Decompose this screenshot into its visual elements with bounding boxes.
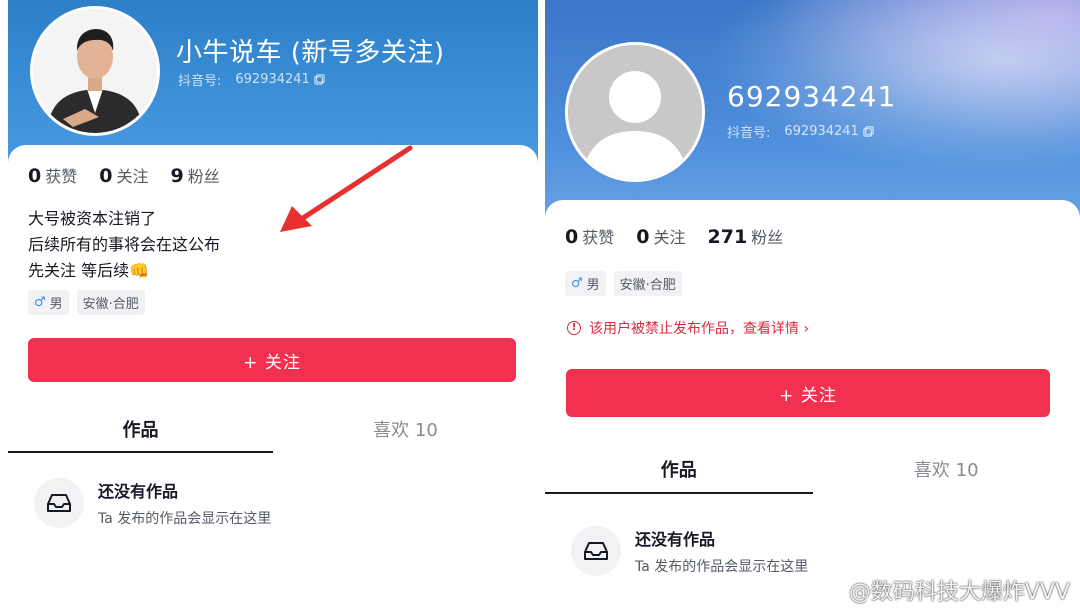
empty-state-title: 还没有作品 xyxy=(98,482,179,501)
location-tag: 安徽·合肥 xyxy=(613,271,682,296)
stats-row: 0 获赞 0 关注 271 粉丝 xyxy=(565,224,783,248)
profile-tags: ♂ 男 安徽·合肥 xyxy=(28,290,145,315)
account-id-label: 抖音号: xyxy=(727,126,771,141)
empty-state-subtitle: Ta 发布的作品会显示在这里 xyxy=(635,559,809,575)
gender-tag: ♂ 男 xyxy=(28,290,69,315)
ban-notice[interactable]: ! 该用户被禁止发布作品，查看详情 › xyxy=(567,318,809,338)
right-profile-screenshot: 692934241 抖音号: 692934241 0 获赞 0 关注 271 粉丝 ♂… xyxy=(545,0,1080,614)
stat-following[interactable]: 0 关注 xyxy=(99,163,148,187)
weibo-icon xyxy=(821,583,842,599)
person-photo-icon xyxy=(33,9,157,133)
profile-nickname: 小牛说车 (新号多关注) xyxy=(176,38,445,68)
empty-state: 还没有作品 Ta 发布的作品会显示在这里 xyxy=(571,526,808,576)
left-profile-screenshot: 小牛说车 (新号多关注) 抖音号: 692934241 0 获赞 0 关注 9 粉丝 … xyxy=(8,0,538,614)
account-id-row: 抖音号: 692934241 xyxy=(727,122,874,141)
red-arrow-icon xyxy=(280,145,413,232)
profile-nickname: 692934241 xyxy=(727,80,897,113)
location-tag: 安徽·合肥 xyxy=(76,290,145,315)
follow-button[interactable]: + 关注 xyxy=(566,369,1050,417)
bio-line: 大号被资本注销了 xyxy=(28,209,157,228)
bio-line: 后续所有的事将会在这公布 xyxy=(28,235,221,254)
content-tabs: 作品 喜欢 10 xyxy=(8,405,538,453)
copy-icon[interactable] xyxy=(863,126,874,137)
inbox-icon xyxy=(571,526,621,576)
empty-state-title: 还没有作品 xyxy=(635,530,716,549)
panel-divider xyxy=(538,0,545,614)
profile-tags: ♂ 男 安徽·合肥 xyxy=(565,271,682,296)
empty-state-subtitle: Ta 发布的作品会显示在这里 xyxy=(98,511,272,527)
empty-state: 还没有作品 Ta 发布的作品会显示在这里 xyxy=(34,478,271,528)
ban-notice-text: 该用户被禁止发布作品，查看详情 › xyxy=(589,321,810,337)
tab-works[interactable]: 作品 xyxy=(8,405,273,453)
male-icon: ♂ xyxy=(571,276,583,291)
stats-row: 0 获赞 0 关注 9 粉丝 xyxy=(28,163,220,187)
account-id-row: 抖音号: 692934241 xyxy=(178,70,325,89)
follow-button[interactable]: + 关注 xyxy=(28,338,516,382)
empty-state-text: 还没有作品 Ta 发布的作品会显示在这里 xyxy=(98,478,271,528)
stat-followers[interactable]: 271 粉丝 xyxy=(708,224,784,248)
stat-following[interactable]: 0 关注 xyxy=(636,224,685,248)
copy-icon[interactable] xyxy=(314,74,325,85)
account-id-label: 抖音号: xyxy=(178,74,222,89)
tab-works[interactable]: 作品 xyxy=(545,444,813,494)
male-icon: ♂ xyxy=(34,295,46,310)
avatar[interactable] xyxy=(30,6,160,136)
watermark-text: @数码科技大爆炸VVV xyxy=(848,580,1070,605)
default-avatar-icon xyxy=(568,45,702,179)
account-id-value: 692934241 xyxy=(235,72,310,87)
watermark: @数码科技大爆炸VVV xyxy=(821,574,1070,606)
stat-likes[interactable]: 0 获赞 xyxy=(28,163,77,187)
tab-likes[interactable]: 喜欢 10 xyxy=(813,444,1080,494)
profile-bio: 大号被资本注销了 后续所有的事将会在这公布 先关注 等后续👊 xyxy=(28,206,220,284)
stat-likes[interactable]: 0 获赞 xyxy=(565,224,614,248)
account-id-value: 692934241 xyxy=(784,124,859,139)
content-tabs: 作品 喜欢 10 xyxy=(545,444,1080,494)
empty-state-text: 还没有作品 Ta 发布的作品会显示在这里 xyxy=(635,526,808,576)
warning-icon: ! xyxy=(567,321,581,335)
gender-tag: ♂ 男 xyxy=(565,271,606,296)
tab-likes[interactable]: 喜欢 10 xyxy=(273,405,538,453)
stat-followers[interactable]: 9 粉丝 xyxy=(171,163,220,187)
inbox-icon xyxy=(34,478,84,528)
bio-line: 先关注 等后续👊 xyxy=(28,261,150,280)
avatar[interactable] xyxy=(565,42,705,182)
